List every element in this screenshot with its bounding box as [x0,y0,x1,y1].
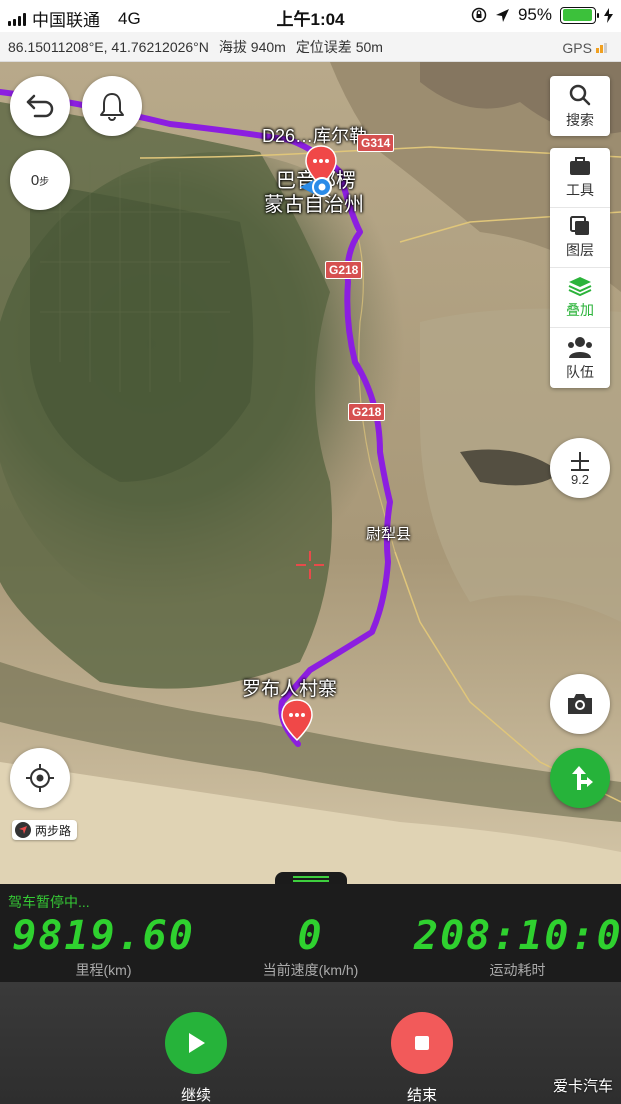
layers-button[interactable]: 图层 [550,208,610,268]
trip-controls: 继续 结束 爱卡汽车 [0,982,621,1104]
town-label: 尉犁县 [366,526,412,543]
speed-label: 当前速度(km/h) [262,962,359,978]
continue-button[interactable]: 继续 [165,1012,227,1104]
charging-icon [604,7,613,23]
two-step-logo: 两步路 [12,820,78,840]
gps-signal-icon [596,43,607,53]
speed-stat: 0 当前速度(km/h) [207,914,414,980]
overlay-stack-icon [568,277,592,297]
battery-percent: 95% [517,5,552,24]
map-pin-icon[interactable] [280,698,314,742]
end-button[interactable]: 结束 [391,1012,453,1104]
accuracy-text: 定位误差 50m [295,38,383,55]
duration-stat: 208:10:04 运动耗时 [414,914,621,980]
navigate-button[interactable] [550,748,610,808]
pin-bottom-label: 罗布人村寨 [242,679,338,700]
plus-icon [571,451,589,471]
tools-label: 工具 [566,182,594,198]
stop-icon [415,1036,429,1050]
steps-value: 0 [30,171,40,189]
locate-me-button[interactable] [10,748,70,808]
tools-button[interactable]: 工具 [550,148,610,208]
zoom-level: 9.2 [570,471,590,487]
distance-value: 9819.60 [12,913,195,959]
back-button[interactable] [10,76,70,136]
team-label: 队伍 [566,363,594,380]
search-button[interactable]: 搜索 [550,76,610,136]
camera-icon [568,694,592,714]
camera-button[interactable] [550,674,610,734]
search-icon [569,84,591,105]
two-step-label: 两步路 [35,823,72,838]
play-icon [189,1033,205,1053]
location-arrow-icon [495,8,509,22]
toolbox-icon [570,157,590,175]
road-shield-g218-a: G218 [325,261,363,279]
team-icon [568,336,592,358]
location-info-bar: 86.15011208°E, 41.76212026°N 海拔 940m 定位误… [0,32,621,62]
watermark: 爱卡汽车 [552,1078,613,1095]
orientation-lock-icon [471,7,487,23]
duration-label: 运动耗时 [489,962,546,978]
distance-stat: 9819.60 里程(km) [0,914,207,980]
battery-icon [560,6,599,24]
duration-value: 208:10:04 [414,913,621,959]
search-label: 搜索 [566,111,594,128]
crosshair-icon [26,764,54,792]
tool-panel: 工具 图层 叠加 队伍 [550,148,610,388]
team-button[interactable]: 队伍 [550,328,610,388]
steps-unit: 步 [39,176,50,188]
compass-icon [15,822,31,838]
bell-icon [100,93,124,121]
overlay-button[interactable]: 叠加 [550,268,610,328]
notification-button[interactable] [82,76,142,136]
end-label: 结束 [406,1087,437,1104]
continue-label: 继续 [180,1087,211,1104]
distance-label: 里程(km) [75,962,132,978]
road-shield-g314: G314 [357,134,395,152]
road-shield-g218-b: G218 [348,403,386,421]
trip-stats-panel: 驾车暂停中... 9819.60 里程(km) 0 当前速度(km/h) 208… [0,884,621,982]
back-arrow-icon [26,94,54,118]
search-panel: 搜索 [550,76,610,136]
satellite-map[interactable]: D26…库尔勒 G314 巴音郭楞 蒙古自治州 G218 G218 尉犁县 罗布… [0,62,621,884]
trip-status-text: 驾车暂停中... [8,894,90,910]
layers-label: 图层 [566,242,594,258]
stop-button-circle[interactable] [391,1012,453,1074]
navigation-arrow-icon [572,766,593,790]
status-bar: 中国联通 4G 上午1:04 95% [0,0,621,32]
zoom-control[interactable]: 9.2 [550,438,610,498]
current-location-icon [300,177,332,197]
layers-icon [570,216,589,235]
steps-counter[interactable]: 0步 [10,150,70,210]
gps-indicator: GPS [562,40,607,56]
coordinates-text: 86.15011208°E, 41.76212026°N [8,38,209,55]
altitude-text: 海拔 940m [218,38,286,55]
gps-label: GPS [562,40,592,56]
speed-value: 0 [297,913,324,959]
overlay-label: 叠加 [566,302,594,318]
play-button-circle[interactable] [165,1012,227,1074]
